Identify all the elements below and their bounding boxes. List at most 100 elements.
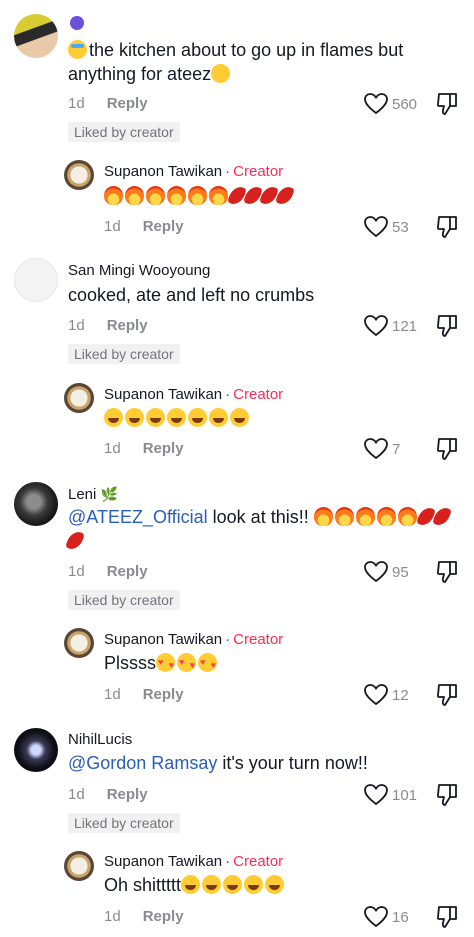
like-button[interactable]: 121 [364, 315, 417, 337]
creator-label: Creator [233, 631, 284, 648]
reply-button[interactable]: Reply [143, 440, 184, 457]
comment-meta: 1d Reply [68, 563, 148, 580]
fire-emoji [167, 186, 186, 205]
like-count: 16 [392, 908, 409, 926]
avatar[interactable] [14, 258, 58, 302]
laughing-emoji [209, 408, 228, 427]
avatar[interactable] [14, 728, 58, 772]
smiling-face-with-hearts-emoji [177, 650, 197, 677]
comment-username[interactable]: San Mingi Wooyoung [68, 262, 210, 279]
laughing-emoji [146, 408, 165, 427]
like-count: 560 [392, 95, 418, 113]
creator-label: Creator [233, 163, 284, 180]
reply-username[interactable]: Supanon Tawikan · Creator [104, 853, 283, 870]
reply-button[interactable]: Reply [143, 908, 184, 925]
creator-label: Creator [233, 853, 284, 870]
fire-emoji [376, 507, 396, 526]
laughing-emoji [202, 875, 222, 894]
like-button[interactable]: 16 [364, 906, 409, 928]
reply-username[interactable]: Supanon Tawikan · Creator [104, 386, 283, 403]
like-count: 95 [392, 563, 409, 581]
reply-username[interactable]: Supanon Tawikan · Creator [104, 631, 283, 648]
like-button[interactable]: 560 [364, 93, 417, 115]
dislike-icon[interactable] [436, 683, 458, 707]
laughing-emoji [244, 875, 264, 894]
reply-button[interactable]: Reply [107, 317, 148, 334]
chili-pepper-emoji [431, 505, 452, 528]
like-count: 12 [392, 686, 409, 704]
fire-emoji [209, 186, 228, 205]
reply-button[interactable]: Reply [107, 786, 148, 803]
fire-emoji [313, 507, 333, 526]
like-count: 7 [392, 440, 401, 458]
like-button[interactable]: 7 [364, 438, 400, 460]
smiling-face-with-hearts-emoji [156, 650, 176, 677]
heart-icon [364, 784, 388, 806]
avatar[interactable] [14, 482, 58, 526]
reply-button[interactable]: Reply [107, 563, 148, 580]
reply-button[interactable]: Reply [143, 686, 184, 703]
liked-by-creator-badge: Liked by creator [68, 813, 180, 833]
reply-age: 1d [104, 440, 121, 457]
like-count: 101 [392, 786, 418, 804]
like-button[interactable]: 95 [364, 561, 409, 583]
avatar[interactable] [14, 14, 58, 58]
fire-emoji [355, 507, 375, 526]
chili-pepper-emoji [243, 184, 263, 207]
dislike-icon[interactable] [436, 560, 458, 584]
comment-age: 1d [68, 786, 85, 803]
herb-emoji: 🌿 [100, 486, 118, 502]
liked-by-creator-badge: Liked by creator [68, 590, 180, 610]
heart-icon [364, 438, 388, 460]
dislike-icon[interactable] [436, 437, 458, 461]
reply-button[interactable]: Reply [143, 218, 184, 235]
crying-emoji [68, 40, 87, 59]
chili-pepper-emoji [275, 184, 295, 207]
heart-icon [364, 561, 388, 583]
avatar[interactable] [64, 628, 94, 658]
laughing-emoji [104, 408, 123, 427]
avatar[interactable] [64, 160, 94, 190]
fire-emoji [125, 186, 144, 205]
chili-pepper-emoji [415, 505, 436, 528]
dislike-icon[interactable] [436, 314, 458, 338]
comment-username[interactable]: Leni 🌿 [68, 486, 118, 503]
dislike-icon[interactable] [436, 92, 458, 116]
like-button[interactable]: 101 [364, 784, 417, 806]
reply-age: 1d [104, 908, 121, 925]
heart-icon [364, 684, 388, 706]
reply-text [104, 406, 251, 430]
comment-age: 1d [68, 563, 85, 580]
comment-age: 1d [68, 317, 85, 334]
like-count: 121 [392, 317, 418, 335]
comment-text: the kitchen about to go up in flames but… [68, 40, 404, 84]
reply-text: Plssss [104, 650, 219, 677]
fire-emoji [397, 507, 417, 526]
mention-link[interactable]: @ATEEZ_Official [68, 507, 208, 527]
reply-button[interactable]: Reply [107, 95, 148, 112]
laughing-emoji [230, 408, 249, 427]
dislike-icon[interactable] [436, 215, 458, 239]
laughing-emoji [265, 875, 285, 894]
reply-meta: 1d Reply [104, 686, 184, 703]
heart-icon [364, 216, 388, 238]
comment-username[interactable]: NihilLucis [68, 731, 132, 748]
reply-text: Oh shittttt [104, 873, 286, 897]
like-button[interactable]: 12 [364, 684, 409, 706]
dislike-icon[interactable] [436, 783, 458, 807]
dislike-icon[interactable] [436, 905, 458, 929]
comment-meta: 1d Reply [68, 786, 148, 803]
avatar[interactable] [64, 851, 94, 881]
comment-age: 1d [68, 95, 85, 112]
avatar[interactable] [64, 383, 94, 413]
fire-emoji [188, 186, 207, 205]
smiling-face-with-hearts-emoji [198, 650, 218, 677]
reply-username[interactable]: Supanon Tawikan · Creator [104, 163, 283, 180]
comment-text: cooked, ate and left no crumbs [68, 285, 315, 305]
chili-pepper-emoji [227, 184, 247, 207]
comment-meta: 1d Reply [68, 95, 148, 112]
comment-meta: 1d Reply [68, 317, 148, 334]
chili-pepper-emoji [65, 529, 85, 552]
like-button[interactable]: 53 [364, 216, 409, 238]
mention-link[interactable]: @Gordon Ramsay [68, 753, 217, 773]
